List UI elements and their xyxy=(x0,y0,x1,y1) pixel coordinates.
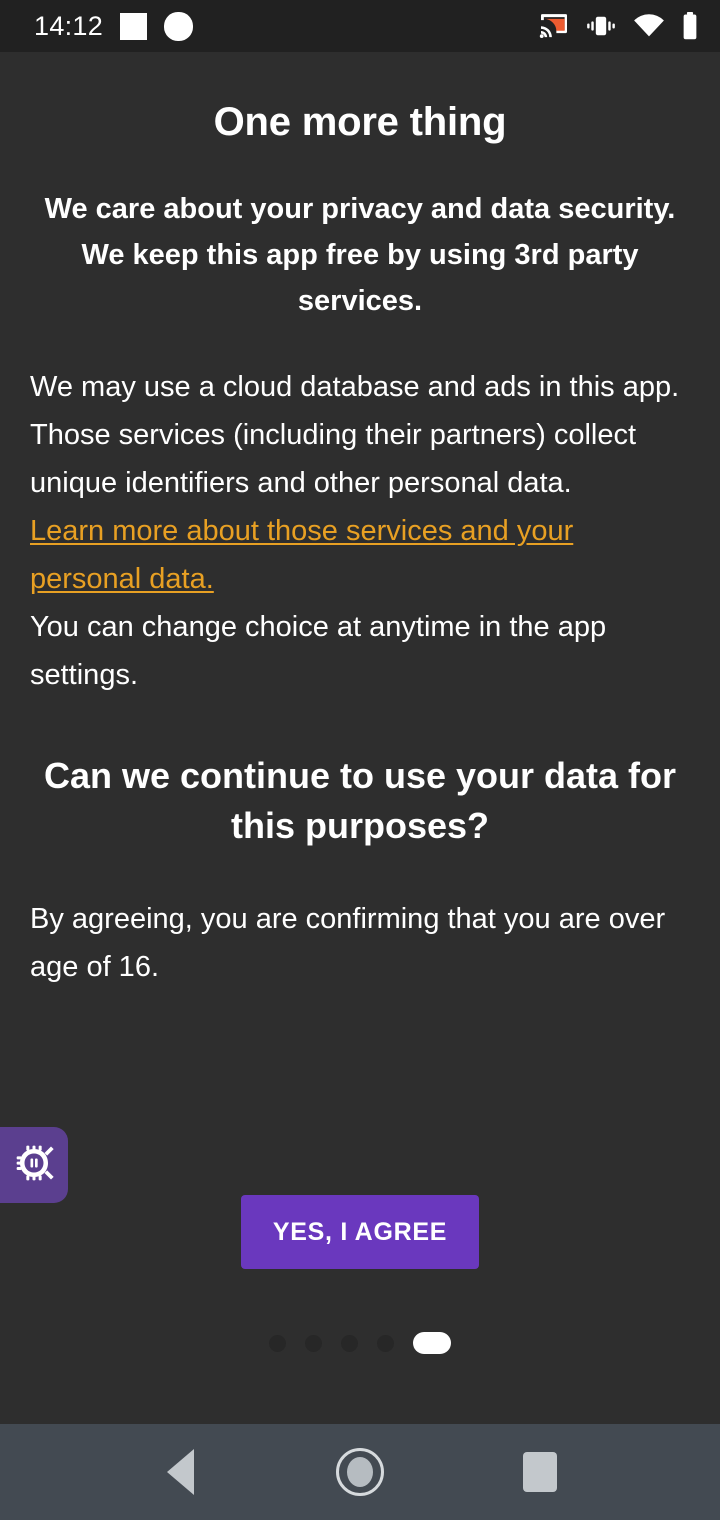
vibrate-icon xyxy=(586,14,616,38)
home-icon-inner xyxy=(347,1457,373,1487)
home-icon xyxy=(336,1448,384,1496)
page-title: One more thing xyxy=(213,100,507,144)
recents-icon xyxy=(523,1452,557,1492)
battery-icon xyxy=(682,12,698,40)
page-dot-2[interactable] xyxy=(305,1334,322,1352)
notification-circle-glyph xyxy=(164,11,194,41)
cast-icon xyxy=(539,13,569,39)
consent-question: Can we continue to use your data for thi… xyxy=(43,755,677,847)
status-bar-clock: 14:12 xyxy=(34,10,104,41)
status-bar-left: 14:12 xyxy=(34,10,194,41)
debug-overlay-tab[interactable] xyxy=(0,1127,68,1203)
back-icon xyxy=(166,1449,194,1495)
agree-button-container: YES, I AGREE xyxy=(0,1195,720,1269)
status-bar: 14:12 xyxy=(0,0,720,52)
page-dot-4[interactable] xyxy=(377,1334,394,1352)
page-dot-5[interactable] xyxy=(413,1332,451,1354)
yes-i-agree-button[interactable]: YES, I AGREE xyxy=(240,1195,480,1269)
subtitle-line-1: We care about your privacy and data secu… xyxy=(44,193,676,225)
privacy-body-paragraph: We may use a cloud database and ads in t… xyxy=(30,371,680,500)
page-dot-3[interactable] xyxy=(341,1334,358,1352)
wifi-icon xyxy=(633,14,665,38)
status-bar-right xyxy=(539,12,698,40)
bug-icon xyxy=(14,1143,54,1188)
android-navigation-bar xyxy=(0,1424,720,1520)
notification-square-glyph xyxy=(120,12,148,40)
nav-recents-button[interactable] xyxy=(495,1427,585,1517)
privacy-body-block: We may use a cloud database and ads in t… xyxy=(0,364,720,699)
subtitle-block: We care about your privacy and data secu… xyxy=(0,145,720,324)
onboarding-screen: One more thing We care about your privac… xyxy=(0,52,720,1424)
settings-note: You can change choice at anytime in the … xyxy=(30,610,607,691)
nav-home-button[interactable] xyxy=(315,1427,405,1517)
nav-back-button[interactable] xyxy=(135,1427,225,1517)
subtitle-line-2: We keep this app free by using 3rd party… xyxy=(81,238,639,317)
page-dot-1[interactable] xyxy=(269,1334,286,1352)
age-disclaimer: By agreeing, you are confirming that you… xyxy=(30,902,666,983)
page-indicator xyxy=(0,1332,720,1354)
learn-more-link[interactable]: Learn more about those services and your… xyxy=(30,508,690,604)
